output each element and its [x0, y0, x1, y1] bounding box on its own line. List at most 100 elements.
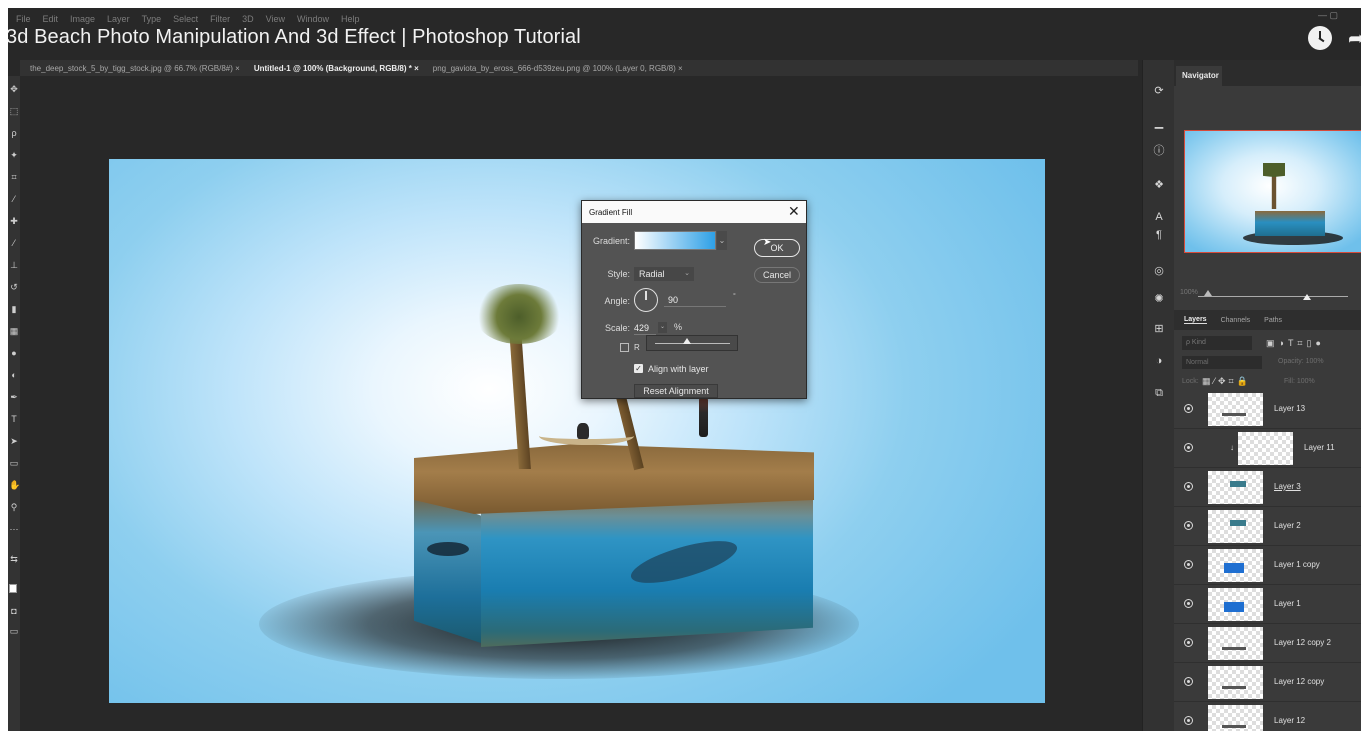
tab-gaviota[interactable]: png_gaviota_by_eross_666-d539zeu.png @ 1…: [433, 64, 683, 73]
eye-icon[interactable]: [1184, 404, 1193, 413]
eyedropper-tool-icon[interactable]: ⁄: [9, 194, 19, 204]
eraser-tool-icon[interactable]: ▮: [9, 304, 19, 314]
blur-tool-icon[interactable]: ●: [9, 348, 19, 358]
info-icon[interactable]: ⓘ: [1151, 144, 1167, 158]
swatches-icon[interactable]: ⊞: [1151, 322, 1167, 336]
style-select[interactable]: Radial ⌄: [634, 267, 694, 281]
reverse-checkbox[interactable]: [620, 343, 629, 352]
eye-icon[interactable]: [1184, 482, 1193, 491]
tab-untitled-1[interactable]: Untitled-1 @ 100% (Background, RGB/8) * …: [254, 64, 419, 73]
menu-filter[interactable]: Filter: [210, 14, 230, 24]
layer-row[interactable]: Layer 12 copy 2: [1174, 624, 1361, 663]
history-icon[interactable]: ⟳: [1151, 84, 1167, 98]
edit-toolbar-icon[interactable]: ⋯: [9, 524, 19, 534]
fill-field[interactable]: Fill: 100%: [1284, 378, 1315, 385]
tab-navigator[interactable]: Navigator: [1176, 66, 1222, 86]
slider-thumb[interactable]: [683, 338, 691, 344]
character-icon[interactable]: A: [1151, 210, 1167, 224]
layer-row[interactable]: Layer 12 copy: [1174, 663, 1361, 702]
crop-tool-icon[interactable]: ⌗: [9, 172, 19, 182]
menu-select[interactable]: Select: [173, 14, 198, 24]
eye-icon[interactable]: [1184, 560, 1193, 569]
layer-row[interactable]: Layer 1 copy: [1174, 546, 1361, 585]
opacity-field[interactable]: Opacity: 100%: [1278, 358, 1324, 365]
align-with-layer-checkbox[interactable]: ✓: [634, 364, 643, 373]
menu-window[interactable]: Window: [297, 14, 329, 24]
angle-input[interactable]: 90: [664, 293, 726, 307]
hand-tool-icon[interactable]: ✋: [9, 480, 20, 490]
menu-type[interactable]: Type: [142, 14, 162, 24]
gradient-swatch[interactable]: [634, 231, 716, 250]
scale-slider-popup[interactable]: [646, 335, 738, 351]
lock-icons[interactable]: ▦⁄✥⌗🔒: [1202, 376, 1251, 387]
layer-row[interactable]: Layer 3: [1174, 468, 1361, 507]
zoom-out-icon[interactable]: [1204, 290, 1212, 296]
layer-row[interactable]: Layer 12: [1174, 702, 1361, 731]
healing-brush-tool-icon[interactable]: ✚: [9, 216, 19, 226]
marquee-tool-icon[interactable]: ⬚: [9, 106, 19, 116]
gradient-tool-icon[interactable]: ▦: [9, 326, 19, 336]
kind-filter-select[interactable]: ρ Kind: [1182, 336, 1252, 350]
scale-input[interactable]: 429: [634, 321, 656, 335]
brush-presets-icon[interactable]: ❖: [1151, 178, 1167, 192]
move-tool-icon[interactable]: ✥: [9, 84, 19, 94]
ok-button[interactable]: OK: [754, 239, 800, 257]
document-canvas[interactable]: [109, 159, 1045, 703]
tab-close-icon[interactable]: ×: [235, 64, 240, 73]
clone-stamp-tool-icon[interactable]: ⊥: [9, 260, 19, 270]
screen-mode-icon[interactable]: ▭: [9, 626, 19, 636]
path-selection-tool-icon[interactable]: ➤: [9, 436, 19, 446]
tab-close-icon[interactable]: ×: [678, 64, 683, 73]
pen-tool-icon[interactable]: ✒: [9, 392, 19, 402]
close-icon[interactable]: ✕: [788, 204, 800, 218]
styles-icon[interactable]: ⧉: [1151, 386, 1167, 400]
layer-row[interactable]: ↓ Layer 11: [1174, 429, 1361, 468]
tab-channels[interactable]: Channels: [1221, 317, 1251, 324]
magic-wand-tool-icon[interactable]: ✦: [9, 150, 19, 160]
menu-help[interactable]: Help: [341, 14, 360, 24]
chevron-down-icon[interactable]: ⌄: [717, 231, 727, 250]
layer-row[interactable]: Layer 2: [1174, 507, 1361, 546]
share-icon[interactable]: ➦: [1348, 28, 1361, 50]
shape-tool-icon[interactable]: ▭: [9, 458, 19, 468]
navigator-zoom-slider[interactable]: [1198, 296, 1348, 297]
zoom-tool-icon[interactable]: ⚲: [9, 502, 19, 512]
eye-icon[interactable]: [1184, 716, 1193, 725]
blend-mode-select[interactable]: Normal: [1182, 356, 1262, 369]
zoom-slider-thumb[interactable]: [1303, 294, 1311, 300]
paragraph-icon[interactable]: ¶: [1151, 228, 1167, 242]
watch-later-icon[interactable]: [1308, 26, 1332, 50]
swap-colors-icon[interactable]: ⇆: [9, 554, 19, 564]
menu-image[interactable]: Image: [70, 14, 95, 24]
window-controls[interactable]: — ▢: [1318, 10, 1338, 21]
color-icon[interactable]: ✺: [1151, 292, 1167, 306]
eye-icon[interactable]: [1184, 521, 1193, 530]
chevron-down-icon[interactable]: ⌄: [658, 322, 667, 333]
menu-3d[interactable]: 3D: [242, 14, 254, 24]
eye-icon[interactable]: [1184, 443, 1193, 452]
dodge-tool-icon[interactable]: ◐: [9, 370, 19, 380]
layer-filter-icons[interactable]: ▣◑T⌗▯●: [1266, 336, 1325, 350]
layer-row[interactable]: Layer 1: [1174, 585, 1361, 624]
adjustments-icon[interactable]: ◑: [1151, 354, 1167, 368]
layer-row[interactable]: Layer 13: [1174, 390, 1361, 429]
eye-icon[interactable]: [1184, 599, 1193, 608]
foreground-color-swatch[interactable]: [9, 584, 17, 593]
eye-icon[interactable]: [1184, 677, 1193, 686]
libraries-icon[interactable]: ◎: [1151, 264, 1167, 278]
menu-edit[interactable]: Edit: [43, 14, 59, 24]
angle-dial[interactable]: [634, 288, 658, 312]
menu-layer[interactable]: Layer: [107, 14, 130, 24]
cancel-button[interactable]: Cancel: [754, 267, 800, 283]
type-tool-icon[interactable]: T: [9, 414, 19, 424]
menu-view[interactable]: View: [266, 14, 285, 24]
tab-layers[interactable]: Layers: [1184, 316, 1207, 324]
brush-tool-icon[interactable]: ⁄: [9, 238, 19, 248]
lasso-tool-icon[interactable]: ρ: [9, 128, 19, 138]
tab-paths[interactable]: Paths: [1264, 317, 1282, 324]
reset-alignment-button[interactable]: Reset Alignment: [634, 384, 718, 398]
quick-mask-icon[interactable]: ◘: [9, 606, 19, 616]
history-brush-tool-icon[interactable]: ↺: [9, 282, 19, 292]
eye-icon[interactable]: [1184, 638, 1193, 647]
histogram-icon[interactable]: ▁: [1151, 116, 1167, 130]
